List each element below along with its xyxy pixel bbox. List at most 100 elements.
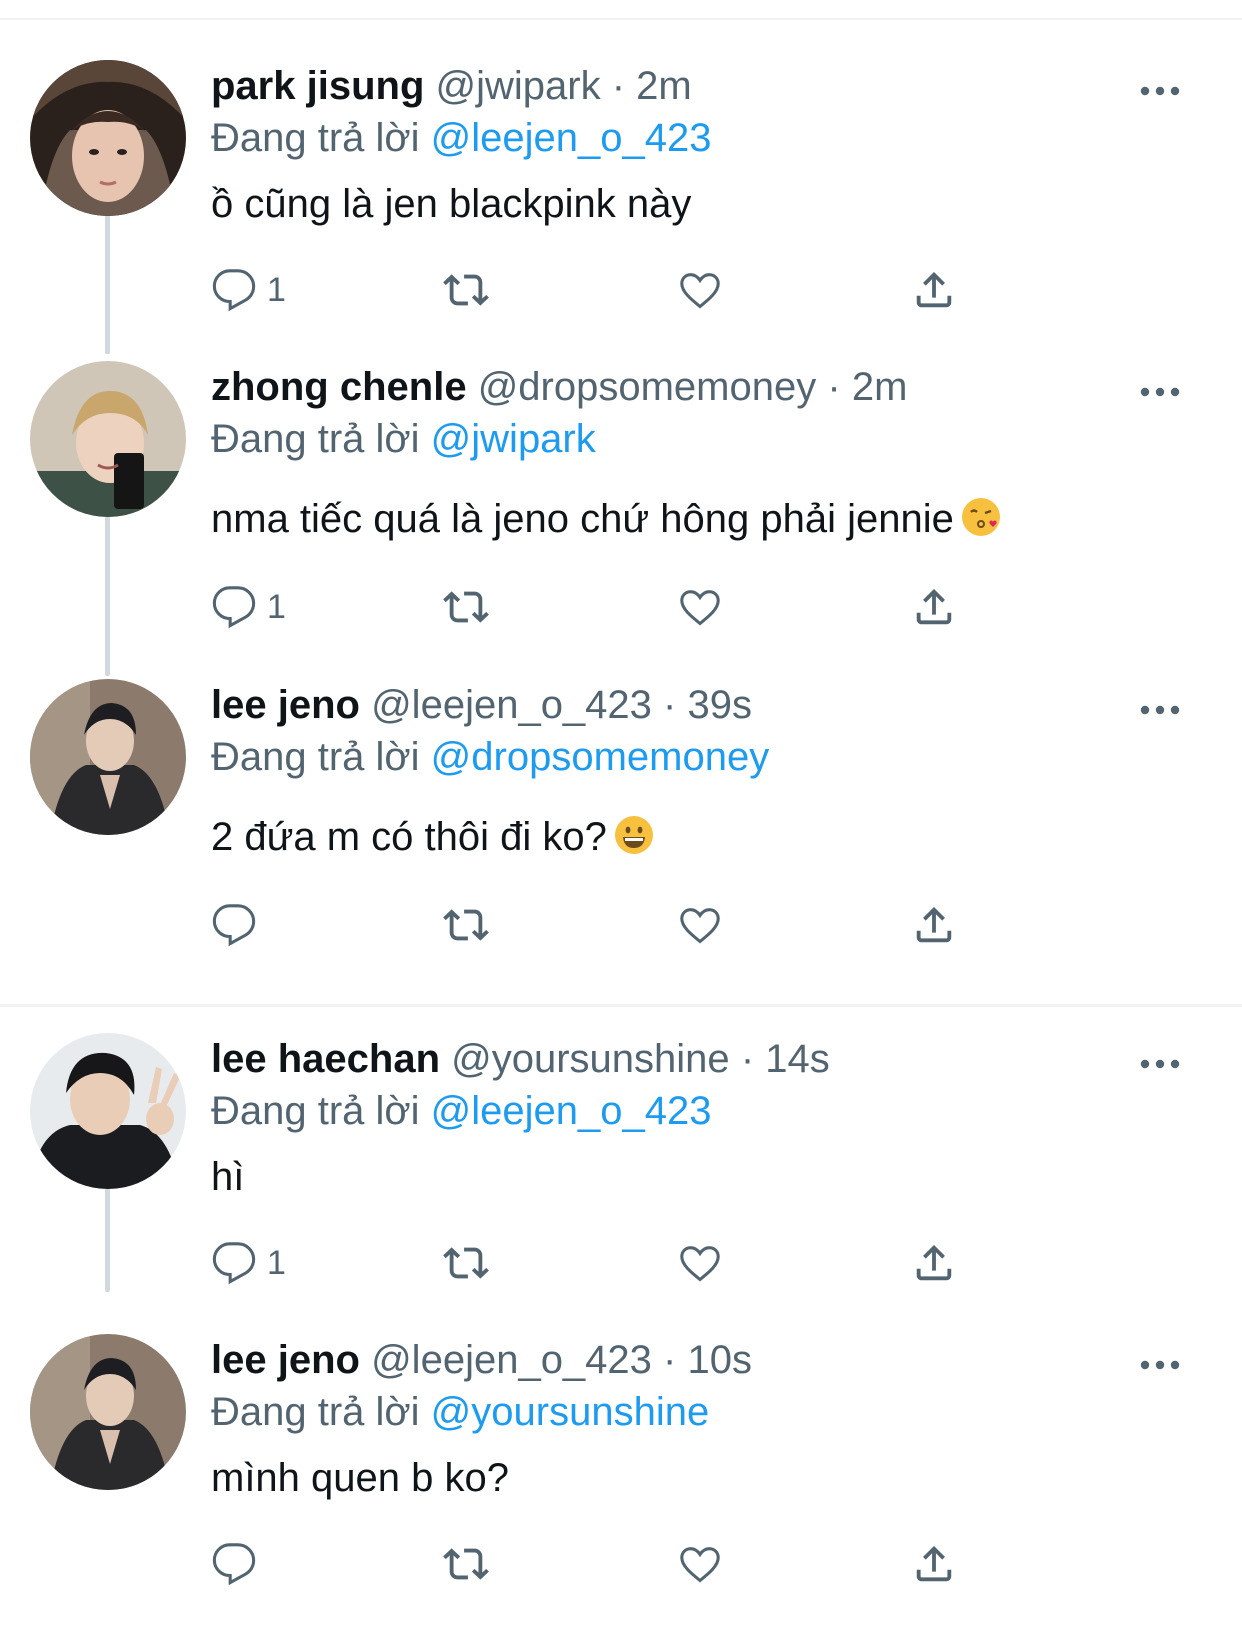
separator: · <box>663 1338 677 1382</box>
display-name[interactable]: park jisung <box>211 64 424 108</box>
avatar[interactable] <box>30 361 186 517</box>
heart-icon <box>680 908 720 944</box>
username[interactable]: @jwipark <box>436 64 601 108</box>
retweet-button[interactable] <box>443 899 489 951</box>
heart-icon <box>680 273 720 309</box>
timestamp[interactable]: 2m <box>636 64 692 108</box>
tweet-actions <box>211 1538 1011 1590</box>
replying-to: Đang trả lời @jwipark <box>211 415 596 463</box>
reply-button[interactable]: 1 <box>211 264 286 316</box>
more-options-icon[interactable] <box>1140 1057 1180 1071</box>
share-button[interactable] <box>911 899 957 951</box>
replying-to-label: Đang trả lời <box>211 1089 420 1133</box>
separator: · <box>663 683 677 727</box>
mention-link[interactable]: @leejen_o_423 <box>431 1089 712 1133</box>
retweet-button[interactable] <box>443 1237 489 1289</box>
avatar[interactable] <box>30 1334 186 1490</box>
share-icon <box>916 906 952 943</box>
tweet-text: ồ cũng là jen blackpink này <box>211 182 692 226</box>
heart-icon <box>680 590 720 626</box>
tweet-text: hì <box>211 1155 245 1199</box>
like-button[interactable] <box>677 1237 723 1289</box>
section-divider <box>0 1004 1242 1007</box>
tweet-header: park jisung @jwipark · 2m <box>211 62 692 110</box>
mention-link[interactable]: @leejen_o_423 <box>431 116 712 160</box>
timestamp[interactable]: 2m <box>852 365 908 409</box>
top-divider <box>0 18 1242 20</box>
replying-to: Đang trả lời @yoursunshine <box>211 1388 709 1436</box>
reply-button[interactable]: 1 <box>211 1237 286 1289</box>
like-button[interactable] <box>677 1538 723 1590</box>
retweet-icon <box>443 1247 489 1279</box>
tweet-text-container: 2 đứa m có thôi đi ko? <box>211 813 655 867</box>
tweet-header: lee jeno @leejen_o_423 · 39s <box>211 681 752 729</box>
reply-button[interactable] <box>211 899 267 951</box>
timestamp[interactable]: 39s <box>688 683 753 727</box>
share-icon <box>916 1244 952 1281</box>
heart-icon <box>680 1246 720 1282</box>
timestamp[interactable]: 14s <box>765 1037 830 1081</box>
display-name[interactable]: zhong chenle <box>211 365 467 409</box>
retweet-button[interactable] <box>443 581 489 633</box>
mention-link[interactable]: @yoursunshine <box>431 1390 710 1434</box>
grinning-emoji <box>613 814 655 867</box>
reply-button[interactable] <box>211 1538 267 1590</box>
retweet-button[interactable] <box>443 1538 489 1590</box>
username[interactable]: @leejen_o_423 <box>371 683 652 727</box>
replying-to-label: Đang trả lời <box>211 116 420 160</box>
separator: · <box>740 1037 755 1081</box>
reply-count: 1 <box>267 270 286 309</box>
separator: · <box>611 64 626 108</box>
retweet-icon <box>443 1548 489 1580</box>
tweet-text-container: nma tiếc quá là jeno chứ hông phải jenni… <box>211 495 1002 549</box>
replying-to-label: Đang trả lời <box>211 735 420 779</box>
reply-icon <box>212 586 256 629</box>
more-options-icon[interactable] <box>1140 703 1180 717</box>
like-button[interactable] <box>677 264 723 316</box>
display-name[interactable]: lee jeno <box>211 683 360 727</box>
like-button[interactable] <box>677 899 723 951</box>
replying-to: Đang trả lời @leejen_o_423 <box>211 1087 712 1135</box>
reply-icon <box>212 1242 256 1285</box>
retweet-icon <box>443 591 489 623</box>
mention-link[interactable]: @dropsomemoney <box>431 735 770 779</box>
share-button[interactable] <box>911 1237 957 1289</box>
share-button[interactable] <box>911 264 957 316</box>
replying-to-label: Đang trả lời <box>211 417 420 461</box>
reply-button[interactable]: 1 <box>211 581 286 633</box>
tweet-header: zhong chenle @dropsomemoney · 2m <box>211 363 907 411</box>
reply-count: 1 <box>267 587 286 626</box>
reply-count: 1 <box>267 1243 286 1282</box>
more-options-icon[interactable] <box>1140 385 1180 399</box>
timestamp[interactable]: 10s <box>688 1338 753 1382</box>
username[interactable]: @dropsomemoney <box>478 365 817 409</box>
display-name[interactable]: lee haechan <box>211 1037 440 1081</box>
avatar[interactable] <box>30 60 186 216</box>
tweet[interactable]: park jisung @jwipark · 2m Đang trả lời @… <box>0 60 1242 330</box>
tweet[interactable]: lee jeno @leejen_o_423 · 39s Đang trả lờ… <box>0 679 1242 979</box>
tweet-actions <box>211 899 1011 951</box>
share-icon <box>916 271 952 308</box>
share-icon <box>916 1545 952 1582</box>
username[interactable]: @leejen_o_423 <box>371 1338 652 1382</box>
display-name[interactable]: lee jeno <box>211 1338 360 1382</box>
retweet-button[interactable] <box>443 264 489 316</box>
like-button[interactable] <box>677 581 723 633</box>
more-options-icon[interactable] <box>1140 1358 1180 1372</box>
tweet-text: nma tiếc quá là jeno chứ hông phải jenni… <box>211 497 954 541</box>
tweet-text: mình quen b ko? <box>211 1456 509 1500</box>
tweet[interactable]: lee haechan @yoursunshine · 14s Đang trả… <box>0 1033 1242 1303</box>
reply-icon <box>212 904 256 947</box>
reply-icon <box>212 1543 256 1586</box>
avatar[interactable] <box>30 1033 186 1189</box>
tweet[interactable]: lee jeno @leejen_o_423 · 10s Đang trả lờ… <box>0 1334 1242 1614</box>
more-options-icon[interactable] <box>1140 84 1180 98</box>
mention-link[interactable]: @jwipark <box>431 417 596 461</box>
share-button[interactable] <box>911 1538 957 1590</box>
share-button[interactable] <box>911 581 957 633</box>
replying-to-label: Đang trả lời <box>211 1390 420 1434</box>
username[interactable]: @yoursunshine <box>451 1037 730 1081</box>
avatar[interactable] <box>30 679 186 835</box>
tweet-actions: 1 <box>211 264 1011 316</box>
tweet[interactable]: zhong chenle @dropsomemoney · 2m Đang tr… <box>0 361 1242 651</box>
